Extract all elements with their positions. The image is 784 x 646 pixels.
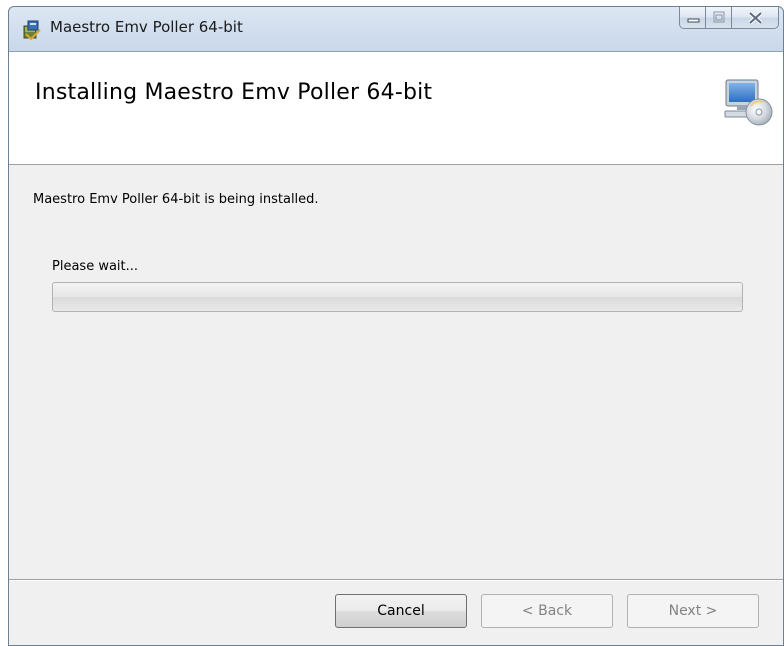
maximize-icon bbox=[706, 7, 731, 28]
maximize-button[interactable] bbox=[706, 7, 732, 29]
install-status-text: Maestro Emv Poller 64-bit is being insta… bbox=[33, 192, 319, 207]
caption-buttons bbox=[679, 7, 779, 29]
installer-window: Maestro Emv Poller 64-bit Installing Mae… bbox=[8, 6, 784, 646]
header-banner: Installing Maestro Emv Poller 64-bit bbox=[9, 52, 783, 165]
minimize-icon bbox=[680, 7, 705, 28]
footer-divider bbox=[9, 579, 783, 581]
back-button[interactable]: < Back bbox=[481, 594, 613, 628]
title-bar[interactable]: Maestro Emv Poller 64-bit bbox=[9, 7, 783, 51]
next-button[interactable]: Next > bbox=[627, 594, 759, 628]
close-button[interactable] bbox=[732, 7, 779, 29]
window-title: Maestro Emv Poller 64-bit bbox=[50, 18, 243, 36]
page-title: Installing Maestro Emv Poller 64-bit bbox=[35, 80, 433, 105]
installer-package-icon bbox=[22, 20, 42, 41]
please-wait-label: Please wait... bbox=[52, 259, 139, 274]
cancel-button[interactable]: Cancel bbox=[335, 594, 467, 628]
install-progress-bar bbox=[52, 282, 743, 312]
close-icon bbox=[732, 7, 778, 28]
computer-disc-icon bbox=[723, 78, 773, 128]
minimize-button[interactable] bbox=[679, 7, 706, 29]
dialog-client-area: Installing Maestro Emv Poller 64-bit Mae… bbox=[9, 51, 783, 645]
